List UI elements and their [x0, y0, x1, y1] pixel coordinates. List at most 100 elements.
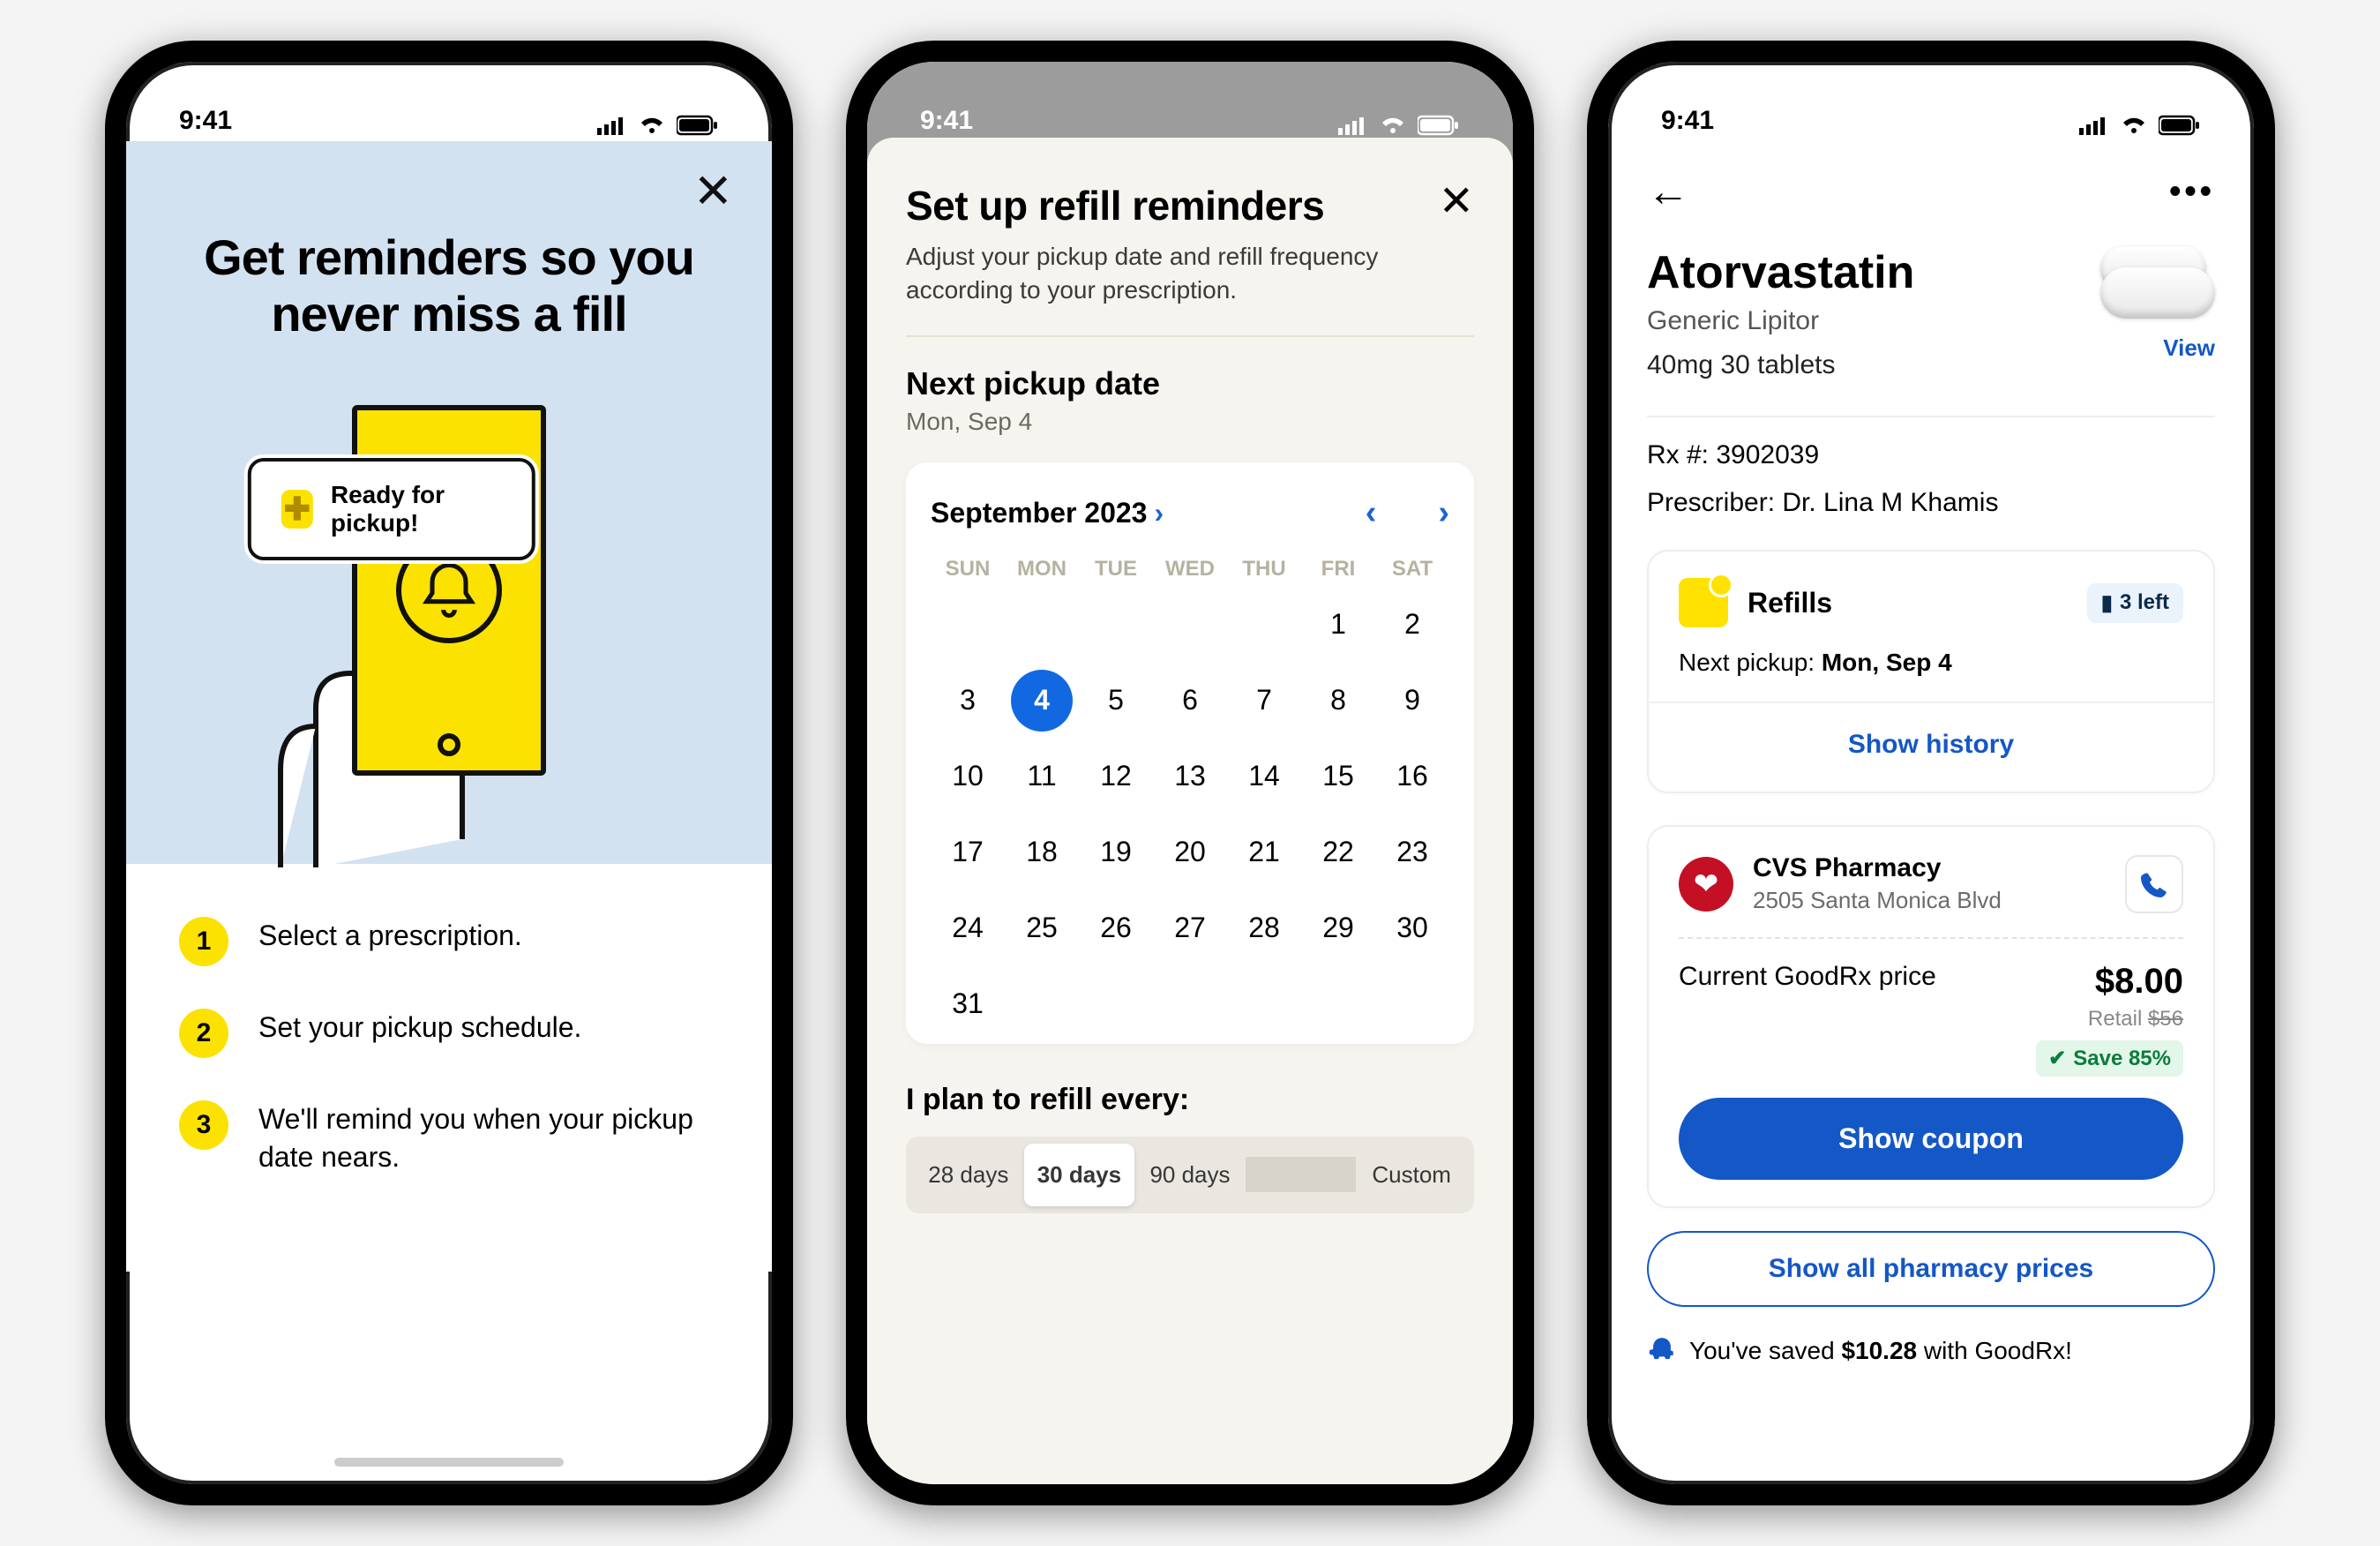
- calendar-day[interactable]: 15: [1301, 746, 1375, 807]
- calendar-day[interactable]: 1: [1301, 594, 1375, 656]
- prescriber: Prescriber: Dr. Lina M Khamis: [1647, 488, 2215, 518]
- calendar-weekday: WED: [1153, 557, 1227, 582]
- calendar-day[interactable]: 14: [1227, 746, 1301, 807]
- segment-divider: [1246, 1157, 1357, 1192]
- segment-option[interactable]: 90 days: [1134, 1144, 1246, 1206]
- calendar-day[interactable]: 31: [931, 973, 1005, 1035]
- status-icons: [1338, 115, 1460, 136]
- show-all-prices-button[interactable]: Show all pharmacy prices: [1647, 1231, 2215, 1307]
- calendar-day[interactable]: 24: [931, 897, 1005, 959]
- status-time: 9:41: [920, 106, 973, 136]
- status-icons: [597, 115, 719, 136]
- notification-card: ✚ Ready for pickup!: [248, 458, 535, 560]
- next-pickup-value: Mon, Sep 4: [906, 408, 1474, 436]
- segment-option[interactable]: 28 days: [913, 1144, 1024, 1206]
- calendar-day[interactable]: 10: [931, 746, 1005, 807]
- phone-screen-3: 9:41 ← ••• Atorvastatin Generic Lipitor …: [1587, 41, 2275, 1505]
- calendar-next-button[interactable]: ›: [1438, 494, 1449, 532]
- calendar-day[interactable]: 23: [1375, 822, 1449, 883]
- refill-frequency-segmented[interactable]: 28 days30 days90 days Custom: [906, 1137, 1474, 1213]
- view-image-link[interactable]: View: [2163, 334, 2215, 362]
- intro-step: 2Set your pickup schedule.: [179, 1009, 719, 1058]
- calendar-weekday: SAT: [1375, 557, 1449, 582]
- more-icon[interactable]: •••: [2169, 173, 2215, 211]
- calendar-day[interactable]: 16: [1375, 746, 1449, 807]
- pharmacy-address: 2505 Santa Monica Blvd: [1753, 887, 2106, 914]
- calendar-day[interactable]: 7: [1227, 670, 1301, 732]
- calendar-day[interactable]: 11: [1005, 746, 1079, 807]
- refills-card: Refills ▮ 3 left Next pickup: Mon, Sep 4…: [1647, 550, 2215, 793]
- calendar-day[interactable]: 3: [931, 670, 1005, 732]
- calendar-day[interactable]: 17: [931, 822, 1005, 883]
- calendar-day[interactable]: 21: [1227, 822, 1301, 883]
- calendar-day[interactable]: 12: [1079, 746, 1153, 807]
- calendar-day[interactable]: 13: [1153, 746, 1227, 807]
- show-coupon-button[interactable]: Show coupon: [1679, 1098, 2183, 1180]
- calendar-day[interactable]: 26: [1079, 897, 1153, 959]
- intro-steps: 1 Select a prescription. 2Set your pickup …: [126, 864, 772, 1272]
- calendar-weekday: SUN: [931, 557, 1005, 582]
- calendar: September 2023 › ‹ › SUNMONTUEWEDTHUFRIS…: [906, 462, 1474, 1044]
- calendar-day[interactable]: 29: [1301, 897, 1375, 959]
- rx-number: Rx #: 3902039: [1647, 440, 2215, 470]
- status-bar: 9:41: [126, 62, 772, 141]
- step-number: 2: [179, 1009, 228, 1058]
- call-pharmacy-button[interactable]: [2125, 855, 2183, 913]
- calendar-day[interactable]: 28: [1227, 897, 1301, 959]
- refills-left-chip: ▮ 3 left: [2087, 583, 2183, 623]
- intro-heading: Get reminders so you never miss a fill: [161, 229, 737, 343]
- step-text: We'll remind you when your pickup date n…: [258, 1100, 719, 1176]
- status-time: 9:41: [179, 106, 232, 136]
- calendar-day[interactable]: 5: [1079, 670, 1153, 732]
- pharmacy-name: CVS Pharmacy: [1753, 853, 2106, 883]
- calendar-weekday: MON: [1005, 557, 1079, 582]
- calendar-day[interactable]: 30: [1375, 897, 1449, 959]
- calendar-day[interactable]: 6: [1153, 670, 1227, 732]
- segment-option[interactable]: Custom: [1356, 1144, 1467, 1206]
- step-number: 3: [179, 1100, 228, 1150]
- calendar-day[interactable]: 8: [1301, 670, 1375, 732]
- close-icon[interactable]: ✕: [1439, 176, 1474, 226]
- calendar-day[interactable]: 20: [1153, 822, 1227, 883]
- intro-step: 1 Select a prescription.: [179, 917, 719, 966]
- step-text: Select a prescription.: [258, 917, 522, 955]
- chevron-right-icon: ›: [1154, 497, 1164, 529]
- calendar-prev-button[interactable]: ‹: [1366, 494, 1377, 532]
- check-icon: ✔: [2048, 1046, 2066, 1071]
- show-history-link[interactable]: Show history: [1679, 703, 2183, 765]
- bottle-icon: ▮: [2101, 590, 2113, 616]
- calendar-day[interactable]: 19: [1079, 822, 1153, 883]
- calendar-day[interactable]: 9: [1375, 670, 1449, 732]
- plus-icon: ✚: [281, 490, 313, 529]
- retail-price: Retail $56: [2088, 1007, 2183, 1032]
- back-icon[interactable]: ←: [1647, 168, 1689, 216]
- status-bar: 9:41: [867, 62, 1513, 141]
- drug-generic: Generic Lipitor: [1647, 306, 1914, 336]
- calendar-grid: 1234567891011121314151617181920212223242…: [931, 594, 1449, 1035]
- calendar-day[interactable]: 2: [1375, 594, 1449, 656]
- price-value: $8.00: [2088, 962, 2183, 1002]
- drug-image[interactable]: View: [2100, 246, 2215, 362]
- savings-summary: You've saved $10.28 with GoodRx!: [1647, 1332, 2215, 1370]
- calendar-day[interactable]: 4: [1011, 670, 1073, 732]
- home-indicator[interactable]: [334, 1458, 564, 1467]
- calendar-month-button[interactable]: September 2023 ›: [931, 497, 1164, 529]
- medication-icon: [1679, 578, 1728, 627]
- calendar-weekday: FRI: [1301, 557, 1375, 582]
- next-pickup-label: Next pickup date: [906, 365, 1474, 402]
- calendar-day[interactable]: 27: [1153, 897, 1227, 959]
- close-icon[interactable]: ✕: [693, 168, 733, 215]
- calendar-day[interactable]: 22: [1301, 822, 1375, 883]
- phone-screen-2: 9:41 ✕ Set up refill reminders Adjust yo…: [846, 41, 1534, 1505]
- signal-icon: [597, 116, 627, 135]
- phone-screen-1: 9:41 ✕ Get reminders so you never miss a…: [105, 41, 793, 1505]
- status-bar: 9:41: [1608, 62, 2254, 141]
- intro-illustration: ✚ Ready for pickup!: [161, 405, 737, 864]
- next-pickup: Next pickup: Mon, Sep 4: [1679, 649, 2183, 677]
- calendar-day[interactable]: 25: [1005, 897, 1079, 959]
- refills-title: Refills: [1748, 587, 2068, 619]
- calendar-day[interactable]: 18: [1005, 822, 1079, 883]
- step-number: 1: [179, 917, 228, 966]
- segment-option[interactable]: 30 days: [1024, 1144, 1135, 1206]
- status-time: 9:41: [1661, 106, 1714, 136]
